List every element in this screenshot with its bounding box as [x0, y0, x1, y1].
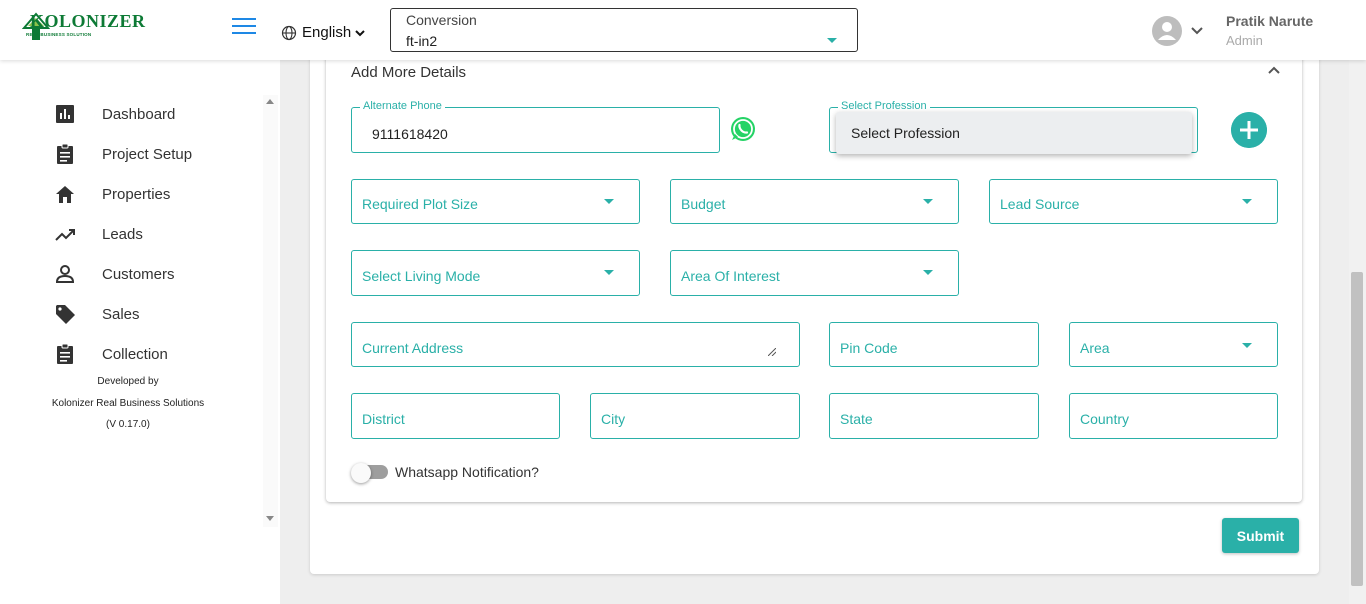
dropdown-arrow-icon	[1242, 199, 1252, 204]
field-placeholder: Current Address	[362, 340, 464, 356]
tag-icon	[56, 305, 75, 324]
area-of-interest-select[interactable]: Area Of Interest	[670, 250, 959, 296]
pin-code-input[interactable]: Pin Code	[829, 322, 1039, 367]
sidebar-item-project-setup[interactable]: Project Setup	[54, 142, 192, 166]
developed-by-text: Developed by	[97, 376, 159, 387]
field-placeholder: State	[840, 411, 873, 427]
living-mode-select[interactable]: Select Living Mode	[351, 250, 640, 296]
user-name: Pratik Narute	[1226, 13, 1314, 29]
dropdown-arrow-icon	[1242, 343, 1252, 348]
menu-option[interactable]: Select Profession	[851, 125, 960, 141]
sidebar-item-label: Dashboard	[102, 105, 176, 123]
user-avatar-icon[interactable]	[1152, 16, 1182, 46]
field-placeholder: Select Living Mode	[362, 268, 481, 284]
field-placeholder: Country	[1080, 411, 1130, 427]
language-label: English	[302, 24, 352, 41]
chevron-up-icon[interactable]	[1268, 66, 1280, 74]
district-input[interactable]: District	[351, 393, 560, 439]
required-plot-size-select[interactable]: Required Plot Size	[351, 179, 640, 224]
page-scrollbar-thumb[interactable]	[1351, 272, 1363, 586]
language-selector[interactable]: English	[281, 24, 365, 41]
sidebar-scrollbar[interactable]	[263, 95, 278, 527]
field-placeholder: Area Of Interest	[681, 268, 780, 284]
toggle-knob[interactable]	[351, 463, 371, 483]
dropdown-arrow-icon	[604, 199, 614, 204]
menu-toggle-button[interactable]	[232, 18, 256, 36]
country-input[interactable]: Country	[1069, 393, 1278, 439]
clipboard-icon	[57, 143, 73, 164]
sidebar-item-dashboard[interactable]: Dashboard	[54, 102, 175, 126]
city-input[interactable]: City	[590, 393, 800, 439]
chevron-down-icon	[355, 29, 365, 36]
dropdown-arrow-icon	[604, 270, 614, 275]
sidebar-item-label: Leads	[102, 225, 143, 243]
area-select[interactable]: Area	[1069, 322, 1278, 367]
lead-source-select[interactable]: Lead Source	[989, 179, 1278, 224]
sidebar	[0, 60, 280, 604]
conversion-label: Conversion	[406, 12, 477, 28]
app-version: (V 0.17.0)	[106, 419, 150, 430]
clipboard-icon	[57, 343, 73, 364]
sidebar-item-label: Customers	[102, 265, 175, 283]
globe-icon	[281, 25, 297, 40]
sidebar-item-sales[interactable]: Sales	[54, 302, 140, 326]
user-role: Admin	[1226, 33, 1263, 48]
chevron-down-icon[interactable]	[1190, 26, 1204, 36]
sidebar-item-leads[interactable]: Leads	[54, 222, 143, 246]
logo-subtext: REAL BUSINESS SOLUTION	[26, 32, 92, 37]
whatsapp-notification-label: Whatsapp Notification?	[395, 464, 539, 480]
dropdown-arrow-icon	[923, 270, 933, 275]
person-icon	[55, 265, 75, 283]
field-placeholder: Pin Code	[840, 340, 898, 356]
whatsapp-icon[interactable]	[729, 115, 757, 143]
field-label: Select Profession	[838, 100, 930, 112]
profession-menu: Select Profession	[836, 112, 1192, 154]
home-icon	[56, 186, 74, 203]
state-input[interactable]: State	[829, 393, 1039, 439]
current-address-textarea[interactable]: Current Address	[351, 322, 800, 367]
app-header: KOLONIZER REAL BUSINESS SOLUTION English…	[0, 0, 1366, 60]
field-placeholder: Area	[1080, 340, 1110, 356]
field-placeholder: Lead Source	[1000, 196, 1080, 212]
conversion-value: ft-in2	[406, 33, 438, 49]
sidebar-item-label: Collection	[102, 345, 168, 363]
dropdown-arrow-icon	[923, 199, 933, 204]
field-label: Alternate Phone	[360, 100, 445, 112]
scroll-down-icon[interactable]	[266, 516, 274, 521]
dropdown-arrow-icon	[827, 38, 837, 43]
sidebar-item-collection[interactable]: Collection	[54, 342, 168, 366]
sidebar-item-customers[interactable]: Customers	[54, 262, 175, 286]
add-profession-button[interactable]	[1231, 112, 1267, 148]
trending-up-icon	[55, 229, 75, 241]
budget-select[interactable]: Budget	[670, 179, 959, 224]
company-name: Kolonizer Real Business Solutions	[51, 398, 205, 409]
field-placeholder: District	[362, 411, 405, 427]
conversion-select[interactable]: Conversion ft-in2	[390, 8, 858, 52]
section-title: Add More Details	[351, 64, 467, 81]
alternate-phone-value: 9111618420	[372, 126, 448, 142]
chart-bar-icon	[56, 105, 74, 123]
scroll-up-icon[interactable]	[266, 99, 274, 104]
sidebar-item-properties[interactable]: Properties	[54, 182, 170, 206]
submit-button[interactable]: Submit	[1222, 518, 1299, 553]
sidebar-item-label: Properties	[102, 185, 171, 203]
logo-text: KOLONIZER	[30, 11, 146, 31]
sidebar-item-label: Project Setup	[102, 145, 193, 163]
alternate-phone-field[interactable]: Alternate Phone 9111618420	[351, 100, 720, 153]
field-placeholder: City	[601, 411, 626, 427]
resize-handle-icon[interactable]	[768, 348, 776, 356]
sidebar-item-label: Sales	[102, 305, 140, 323]
field-placeholder: Budget	[681, 196, 726, 212]
field-placeholder: Required Plot Size	[362, 196, 478, 212]
